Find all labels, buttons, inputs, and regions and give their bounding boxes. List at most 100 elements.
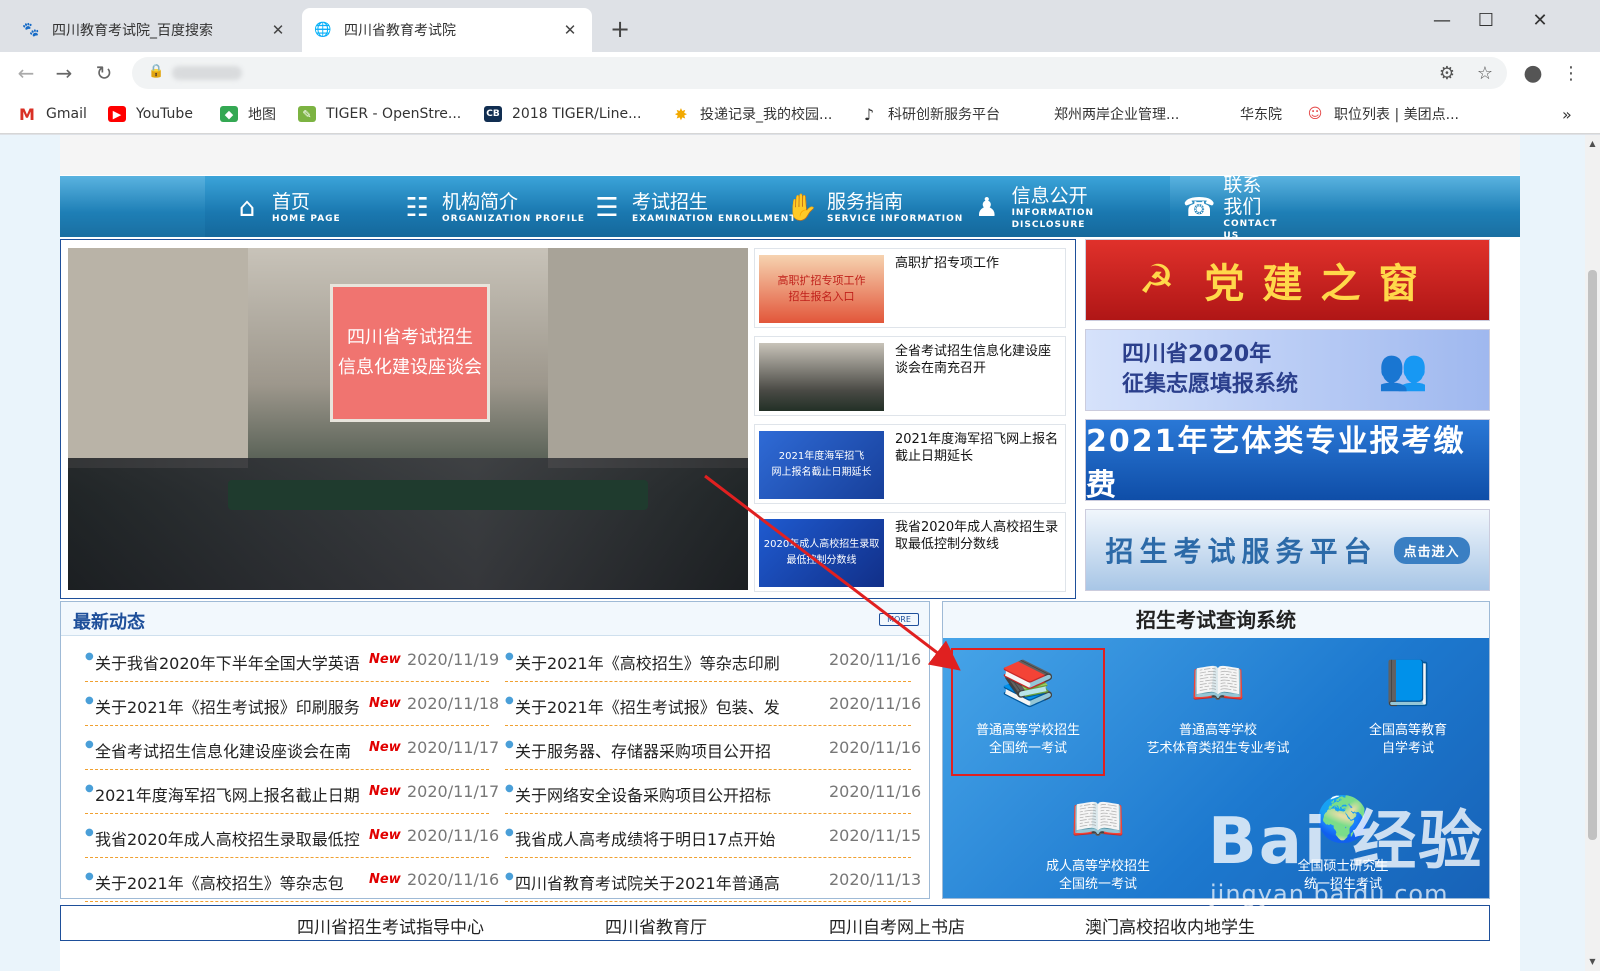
news-row[interactable]: ● 关于服务器、存储器采购项目公开招 2020/11/16: [505, 726, 921, 770]
bookmark-huadong[interactable]: 华东院: [1240, 104, 1282, 124]
bullet-icon: ●: [505, 739, 514, 750]
nav-organization[interactable]: ☷ 机构简介 ORGANIZATION PROFILE: [400, 186, 585, 230]
campus-icon: ✸: [674, 104, 688, 124]
bullet-icon: ●: [505, 651, 514, 662]
news-row[interactable]: ● 关于2021年《招生考试报》包装、发 2020/11/16: [505, 682, 921, 726]
bookmark-maps[interactable]: ◆ 地图: [220, 104, 276, 124]
bookmark-tiger-line[interactable]: CB 2018 TIGER/Line...: [484, 104, 641, 124]
thumb-image: 2020年成人高校招生录取 最低控制分数线: [759, 519, 884, 587]
minimize-button[interactable]: —: [1420, 6, 1464, 36]
bullet-icon: ●: [85, 871, 94, 882]
news-row[interactable]: ● 关于2021年《高校招生》等杂志印刷 2020/11/16: [505, 638, 921, 682]
slideshow-image[interactable]: 四川省考试招生 信息化建设座谈会: [68, 248, 748, 590]
bookmark-campus[interactable]: ✸ 投递记录_我的校园...: [672, 104, 832, 124]
nav-information[interactable]: ♟ 信息公开 INFORMATION DISCLOSURE: [970, 185, 1170, 230]
nav-examination[interactable]: ☰ 考试招生 EXAMINATION ENROLLMENT: [590, 186, 796, 230]
news-date: 2020/11/16: [829, 694, 922, 713]
tab-strip: 🐾 四川教育考试院_百度搜索 ✕ 🌐 四川省教育考试院 ✕ + — ☐ ✕: [0, 0, 1600, 52]
meeting-table: [228, 480, 648, 510]
thumb-image: [759, 343, 884, 411]
news-thumb-2[interactable]: 全省考试招生信息化建设座谈会在南充召开: [754, 336, 1066, 416]
extension-blocked-icon[interactable]: ⚙: [1434, 61, 1460, 87]
link-education-dept[interactable]: 四川省教育厅: [605, 913, 707, 938]
thumb-image: 高职扩招专项工作 招生报名入口: [759, 255, 884, 323]
volunteer-system-banner[interactable]: 四川省2020年 征集志愿填报系统 👥: [1085, 329, 1490, 411]
bookmark-meituan[interactable]: ☺ 职位列表 | 美团点...: [1306, 104, 1459, 124]
news-row[interactable]: ● 关于我省2020年下半年全国大学英语 New 2020/11/19: [85, 638, 499, 682]
query-adult-exam[interactable]: 📖 成人高等学校招生 全国统一考试: [1018, 790, 1178, 894]
forward-button[interactable]: →: [50, 59, 78, 87]
tiger-osm-icon: ✎: [298, 106, 316, 122]
news-date: 2020/11/16: [829, 738, 922, 757]
clipboard-icon: ☰: [595, 193, 619, 223]
news-title[interactable]: 我省成人高考成绩将于明日17点开始: [515, 826, 775, 850]
browser-toolbar: ← → ↻ 🔒 ⚙ ☆ ● ⋮: [0, 52, 1600, 94]
news-title[interactable]: 关于我省2020年下半年全国大学英语: [95, 650, 360, 674]
news-title[interactable]: 我省2020年成人高校招生录取最低控: [95, 826, 360, 850]
new-tab-button[interactable]: +: [606, 16, 634, 44]
address-bar[interactable]: 🔒: [132, 57, 1507, 89]
bullet-icon: ●: [85, 739, 94, 750]
news-row[interactable]: ● 关于2021年《招生考试报》印刷服务 New 2020/11/18: [85, 682, 499, 726]
menu-icon[interactable]: ⋮: [1558, 61, 1584, 87]
scroll-thumb[interactable]: [1588, 270, 1597, 840]
news-thumb-3[interactable]: 2021年度海军招飞 网上报名截止日期延长 2021年度海军招飞网上报名截止日期延…: [754, 424, 1066, 504]
news-title[interactable]: 关于2021年《高校招生》等杂志印刷: [515, 650, 780, 674]
scroll-up-icon[interactable]: ▲: [1585, 137, 1600, 151]
close-tab-icon[interactable]: ✕: [268, 21, 288, 39]
projector-screen: 四川省考试招生 信息化建设座谈会: [330, 284, 490, 422]
maximize-button[interactable]: ☐: [1464, 6, 1508, 36]
open-book-icon: 📖: [1070, 794, 1126, 845]
news-title[interactable]: 全省考试招生信息化建设座谈会在南: [95, 738, 351, 762]
scroll-down-icon[interactable]: ▼: [1585, 955, 1600, 969]
bookmark-zhengzhou[interactable]: 郑州两岸企业管理...: [1054, 104, 1179, 124]
link-bookstore[interactable]: 四川自考网上书店: [829, 913, 965, 938]
news-title[interactable]: 关于网络安全设备采购项目公开招标: [515, 782, 771, 806]
party-building-banner[interactable]: ☭ 党建之窗: [1085, 239, 1490, 321]
enter-button[interactable]: 点击进入: [1393, 536, 1470, 564]
new-badge: New: [369, 872, 401, 887]
query-art-sports[interactable]: 📖 普通高等学校 艺术体育类招生专业考试: [1138, 654, 1298, 758]
news-title[interactable]: 关于2021年《招生考试报》印刷服务: [95, 694, 360, 718]
bookmark-youtube[interactable]: ▶ YouTube: [108, 104, 193, 124]
news-row[interactable]: ● 全省考试招生信息化建设座谈会在南 New 2020/11/17: [85, 726, 499, 770]
link-guidance-center[interactable]: 四川省招生考试指导中心: [297, 913, 484, 938]
news-thumb-1[interactable]: 高职扩招专项工作 招生报名入口 高职扩招专项工作: [754, 248, 1066, 328]
news-row[interactable]: ● 关于2021年《高校招生》等杂志包 New 2020/11/16: [85, 858, 499, 902]
star-icon[interactable]: ☆: [1472, 61, 1498, 87]
more-bookmarks-icon[interactable]: »: [1562, 104, 1572, 124]
page-scrollbar[interactable]: ▲ ▼: [1585, 135, 1600, 971]
art-sports-fee-banner[interactable]: 2021年艺体类专业报考缴费: [1085, 419, 1490, 503]
reload-button[interactable]: ↻: [90, 59, 118, 87]
news-row[interactable]: ● 2021年度海军招飞网上报名截止日期 New 2020/11/17: [85, 770, 499, 814]
close-tab-icon[interactable]: ✕: [560, 21, 580, 39]
profile-icon[interactable]: ●: [1520, 61, 1546, 87]
news-row[interactable]: ● 关于网络安全设备采购项目公开招标 2020/11/16: [505, 770, 921, 814]
nav-service[interactable]: ✋ 服务指南 SERVICE INFORMATION: [785, 186, 963, 230]
news-row[interactable]: ● 我省2020年成人高校招生录取最低控 New 2020/11/16: [85, 814, 499, 858]
more-button[interactable]: MORE: [879, 613, 919, 626]
news-title[interactable]: 关于2021年《高校招生》等杂志包: [95, 870, 344, 894]
support-icon: ☎: [1183, 193, 1216, 223]
news-row[interactable]: ● 四川省教育考试院关于2021年普通高 2020/11/13: [505, 858, 921, 902]
tab-baidu-search[interactable]: 🐾 四川教育考试院_百度搜索 ✕: [10, 8, 300, 52]
news-title[interactable]: 四川省教育考试院关于2021年普通高: [515, 870, 780, 894]
new-badge: New: [369, 652, 401, 667]
people-illustration-icon: 👥: [1378, 347, 1428, 393]
nav-home[interactable]: ⌂ 首页 HOME PAGE: [230, 186, 341, 230]
link-macau[interactable]: 澳门高校招收内地学生: [1085, 913, 1255, 938]
news-title[interactable]: 2021年度海军招飞网上报名截止日期: [95, 782, 360, 806]
bookmark-research[interactable]: ♪ 科研创新服务平台: [860, 104, 1000, 124]
bookmark-tiger-osm[interactable]: ✎ TIGER - OpenStre...: [298, 104, 461, 124]
news-thumb-4[interactable]: 2020年成人高校招生录取 最低控制分数线 我省2020年成人高校招生录取最低控制…: [754, 512, 1066, 592]
news-row[interactable]: ● 我省成人高考成绩将于明日17点开始 2020/11/15: [505, 814, 921, 858]
close-window-button[interactable]: ✕: [1518, 6, 1562, 36]
bookmark-gmail[interactable]: M Gmail: [18, 104, 87, 124]
nav-contact[interactable]: ☎ 联系我们 CONTACT US: [1183, 174, 1279, 241]
tab-exam-institute[interactable]: 🌐 四川省教育考试院 ✕: [302, 8, 592, 52]
query-self-study[interactable]: 📘 全国高等教育 自学考试: [1328, 654, 1488, 758]
news-title[interactable]: 关于2021年《招生考试报》包装、发: [515, 694, 780, 718]
news-title[interactable]: 关于服务器、存储器采购项目公开招: [515, 738, 771, 762]
exam-service-platform-banner[interactable]: 招生考试服务平台 点击进入: [1085, 509, 1490, 591]
back-button[interactable]: ←: [12, 59, 40, 87]
